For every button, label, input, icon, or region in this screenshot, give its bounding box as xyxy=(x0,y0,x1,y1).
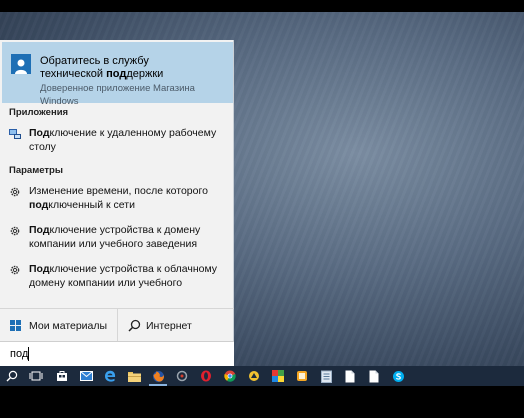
settings-section-title: Параметры xyxy=(9,165,63,176)
taskbar xyxy=(0,366,524,386)
store-icon[interactable] xyxy=(50,366,74,386)
best-match-title: Обратитесь в службу технической поддержк… xyxy=(40,55,233,81)
search-icon xyxy=(128,319,141,335)
settings-result-pre: Изменение времени, после которого xyxy=(29,185,208,197)
task-view-icon[interactable] xyxy=(24,366,48,386)
app-icon[interactable] xyxy=(290,366,314,386)
search-input[interactable]: под xyxy=(0,341,234,366)
skype-icon[interactable] xyxy=(386,366,410,386)
windows-logo-icon xyxy=(10,320,21,334)
best-match-result[interactable]: Обратитесь в службу технической поддержк… xyxy=(2,42,233,107)
app-result-rest: ключение к удаленному рабочему столу xyxy=(29,127,217,153)
gear-icon xyxy=(9,225,21,237)
gear-icon xyxy=(9,186,21,198)
search-scope-row: Мои материалы Интернет xyxy=(0,308,234,342)
best-match-subtitle: Доверенное приложение Магазина Windows xyxy=(40,83,195,107)
paint-icon[interactable] xyxy=(266,366,290,386)
mail-icon[interactable] xyxy=(74,366,98,386)
top-black-bar xyxy=(0,0,524,12)
settings-result-label: Изменение времени, после которого подклю… xyxy=(29,184,229,212)
search-query-text: под xyxy=(10,348,29,360)
settings-result-post: ключение устройства к облачному домену к… xyxy=(29,263,218,289)
search-results-panel: Обратитесь в службу технической поддержк… xyxy=(0,40,234,366)
settings-result-highlight: Под xyxy=(29,224,50,236)
best-match-title-post: держки xyxy=(126,68,164,80)
settings-result-post: ключение устройства к домену компании ил… xyxy=(29,224,201,250)
contact-support-icon xyxy=(11,54,31,74)
remote-desktop-icon xyxy=(9,128,21,140)
best-match-title-pre: технической xyxy=(40,68,107,80)
settings-result-domain[interactable]: Подключение устройства к домену компании… xyxy=(0,223,232,253)
my-stuff-button[interactable]: Мои материалы xyxy=(0,309,118,342)
settings-result-label: Подключение устройства к домену компании… xyxy=(29,223,229,251)
text-caret xyxy=(28,347,29,361)
firefox-icon[interactable] xyxy=(146,366,170,386)
app-result-highlight: Под xyxy=(29,127,50,139)
app-result-label: Подключение к удаленному рабочему столу xyxy=(29,126,229,154)
settings-result-highlight: Под xyxy=(29,263,50,275)
gear-icon xyxy=(9,264,21,276)
document-icon[interactable] xyxy=(362,366,386,386)
notepad-icon[interactable] xyxy=(314,366,338,386)
web-label: Интернет xyxy=(146,320,192,332)
settings-result-highlight: под xyxy=(29,199,49,211)
settings-result-cloud-domain[interactable]: Подключение устройства к облачному домен… xyxy=(0,262,232,292)
best-match-text: Обратитесь в службу технической поддержк… xyxy=(40,55,233,108)
web-search-button[interactable]: Интернет xyxy=(118,309,234,342)
my-stuff-label: Мои материалы xyxy=(29,320,108,332)
apps-section-title: Приложения xyxy=(9,107,69,118)
search-icon[interactable] xyxy=(0,366,24,386)
chrome-icon[interactable] xyxy=(218,366,242,386)
app-result-remote-desktop[interactable]: Подключение к удаленному рабочему столу xyxy=(0,126,232,156)
opera-icon[interactable] xyxy=(194,366,218,386)
best-match-title-line1: Обратитесь в службу xyxy=(40,55,149,67)
settings-result-label: Подключение устройства к облачному домен… xyxy=(29,262,229,290)
best-match-title-highlight: под xyxy=(106,68,127,80)
settings-result-post: ключенный к сети xyxy=(48,199,135,211)
settings-result-time[interactable]: Изменение времени, после которого подклю… xyxy=(0,184,232,214)
bottom-black-bar xyxy=(0,386,524,418)
edge-icon[interactable] xyxy=(98,366,122,386)
app-icon[interactable] xyxy=(170,366,194,386)
file-explorer-icon[interactable] xyxy=(122,366,146,386)
document-icon[interactable] xyxy=(338,366,362,386)
app-icon[interactable] xyxy=(242,366,266,386)
